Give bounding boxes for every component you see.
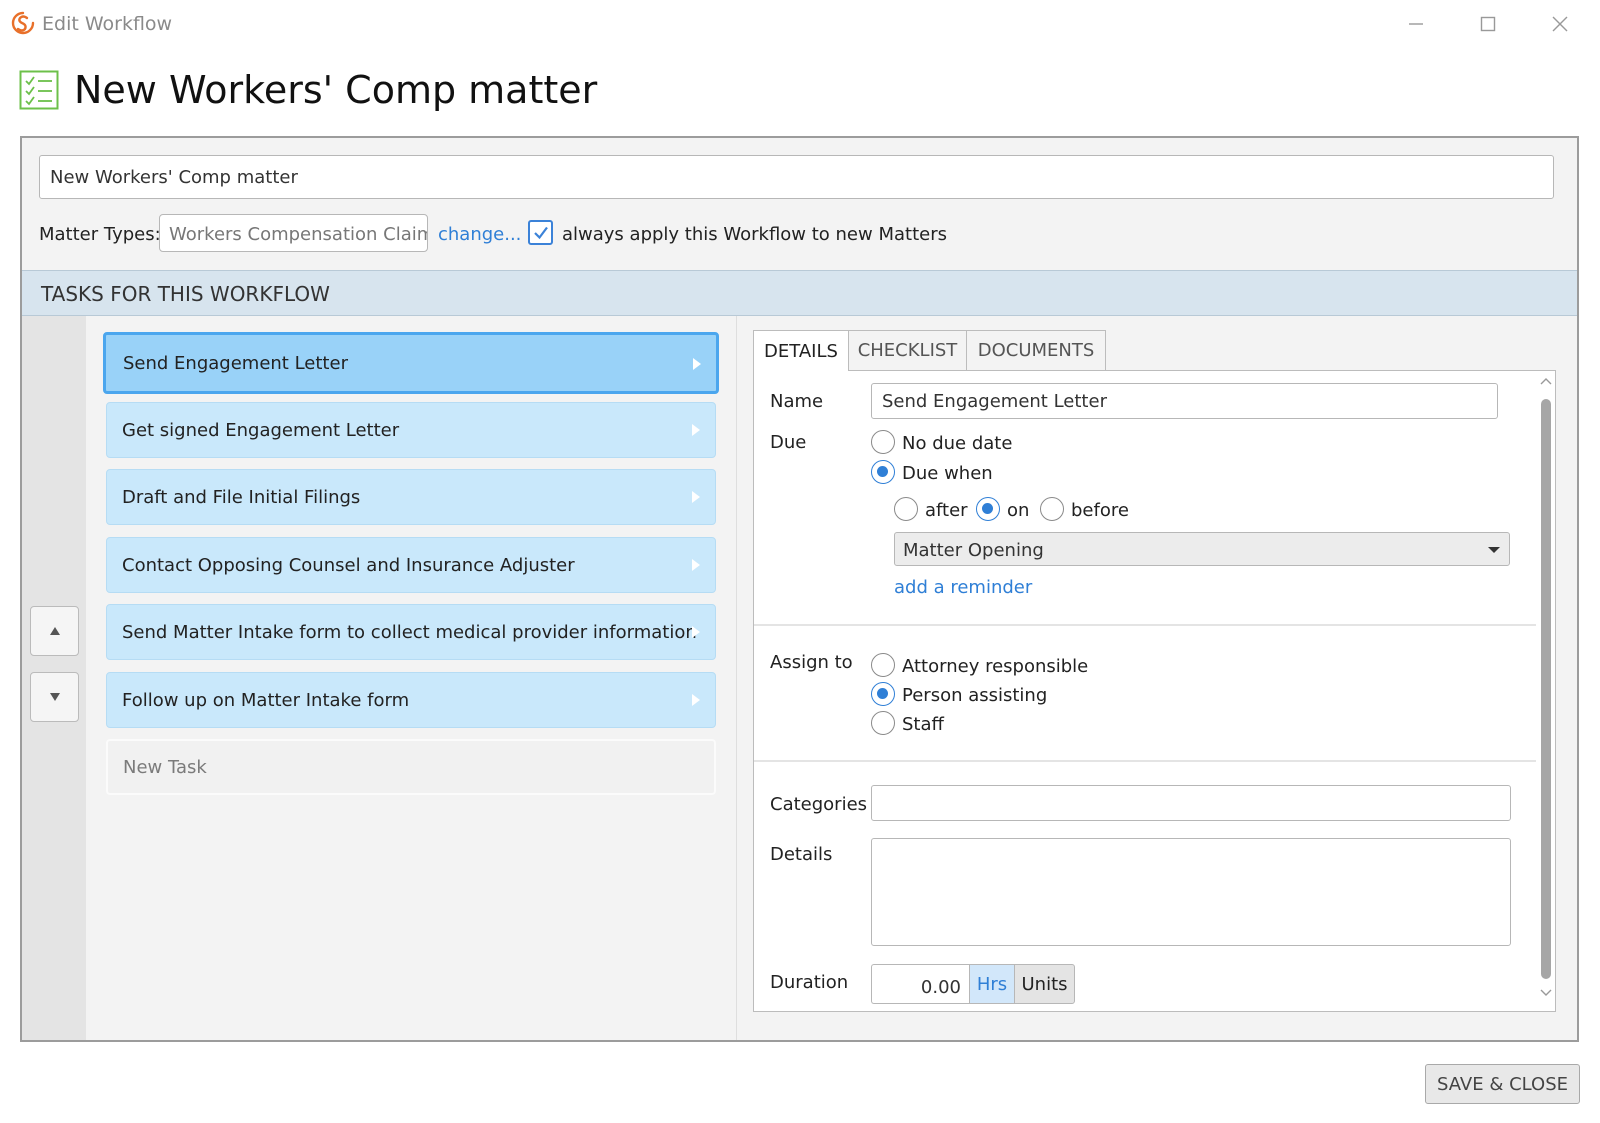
matter-type-field: Workers Compensation Claim: [159, 214, 428, 252]
maximize-icon: [1480, 16, 1496, 32]
chevron-up-icon[interactable]: [1540, 377, 1552, 385]
due-when-radio[interactable]: [871, 460, 895, 484]
minimize-icon: [1409, 23, 1423, 25]
task-item-get-signed-engagement-letter[interactable]: Get signed Engagement Letter: [106, 402, 716, 458]
details-textarea[interactable]: [871, 838, 1511, 946]
section-divider: [754, 624, 1536, 626]
task-label: Send Matter Intake form to collect medic…: [122, 622, 697, 643]
chevron-right-icon: [692, 559, 700, 571]
duration-input[interactable]: 0.00: [871, 964, 969, 1004]
new-task-input[interactable]: New Task: [106, 739, 716, 795]
chevron-right-icon: [693, 358, 701, 370]
chevron-right-icon: [692, 626, 700, 638]
assign-to-label: Assign to: [770, 652, 853, 673]
task-name-label: Name: [770, 391, 824, 412]
details-panel: Name Due No due date Due when after on b…: [753, 370, 1556, 1012]
section-divider: [754, 760, 1536, 762]
task-list: Send Engagement Letter Get signed Engage…: [86, 316, 736, 1040]
duration-units-toggle[interactable]: Units: [1014, 964, 1075, 1004]
triangle-up-icon: [49, 627, 60, 635]
due-anchor-value: Matter Opening: [903, 540, 1044, 561]
task-item-send-engagement-letter[interactable]: Send Engagement Letter: [103, 332, 719, 394]
scrollbar-thumb[interactable]: [1541, 399, 1551, 979]
change-matter-type-link[interactable]: change...: [438, 224, 521, 245]
on-label: on: [1007, 500, 1030, 521]
attorney-responsible-radio[interactable]: [871, 653, 895, 677]
move-task-down-button[interactable]: [30, 672, 79, 722]
window-titlebar: Edit Workflow: [0, 0, 1600, 48]
due-label: Due: [770, 432, 807, 453]
task-label: Contact Opposing Counsel and Insurance A…: [122, 555, 575, 576]
chevron-right-icon: [692, 424, 700, 436]
caret-down-icon: [1488, 547, 1500, 553]
chevron-right-icon: [692, 694, 700, 706]
person-assisting-label: Person assisting: [902, 685, 1048, 706]
tasks-section-header: TASKS FOR THIS WORKFLOW: [22, 270, 1577, 316]
triangle-down-icon: [49, 693, 60, 701]
no-due-date-radio[interactable]: [871, 430, 895, 454]
task-item-send-matter-intake-form[interactable]: Send Matter Intake form to collect medic…: [106, 604, 716, 660]
workflow-name-input[interactable]: [39, 155, 1554, 199]
matter-types-label: Matter Types:: [39, 224, 161, 245]
tab-documents[interactable]: DOCUMENTS: [966, 330, 1106, 370]
task-item-draft-initial-filings[interactable]: Draft and File Initial Filings: [106, 469, 716, 525]
add-reminder-link[interactable]: add a reminder: [894, 577, 1032, 598]
categories-label: Categories: [770, 794, 868, 815]
move-task-up-button[interactable]: [30, 606, 79, 656]
window-title: Edit Workflow: [42, 13, 173, 35]
new-task-placeholder: New Task: [123, 757, 207, 778]
task-item-follow-up-intake-form[interactable]: Follow up on Matter Intake form: [106, 672, 716, 728]
chevron-right-icon: [692, 491, 700, 503]
chevron-down-icon[interactable]: [1540, 989, 1552, 997]
task-item-contact-opposing-counsel[interactable]: Contact Opposing Counsel and Insurance A…: [106, 537, 716, 593]
save-close-button[interactable]: SAVE & CLOSE: [1425, 1064, 1580, 1104]
attorney-responsible-label: Attorney responsible: [902, 656, 1089, 677]
tab-details[interactable]: DETAILS: [753, 330, 849, 371]
staff-radio[interactable]: [871, 711, 895, 735]
close-button[interactable]: [1540, 10, 1580, 38]
on-radio[interactable]: [976, 497, 1000, 521]
checkmark-icon: [533, 226, 548, 239]
details-scrollbar[interactable]: [1536, 371, 1555, 1011]
task-reorder-rail: [22, 316, 86, 1040]
always-apply-label: always apply this Workflow to new Matter…: [562, 224, 947, 245]
tab-checklist[interactable]: CHECKLIST: [848, 330, 967, 370]
before-radio[interactable]: [1040, 497, 1064, 521]
task-label: Send Engagement Letter: [123, 353, 348, 374]
workflow-editor-panel: Matter Types: Workers Compensation Claim…: [20, 136, 1579, 1042]
app-logo-icon: [10, 10, 36, 36]
task-label: Follow up on Matter Intake form: [122, 690, 410, 711]
checklist-icon: [19, 70, 59, 110]
maximize-button[interactable]: [1468, 10, 1508, 38]
task-name-input[interactable]: [871, 383, 1498, 419]
due-when-label: Due when: [902, 463, 993, 484]
task-label: Get signed Engagement Letter: [122, 420, 400, 441]
close-icon: [1552, 16, 1568, 32]
due-anchor-dropdown[interactable]: Matter Opening: [894, 532, 1510, 566]
no-due-date-label: No due date: [902, 433, 1013, 454]
task-label: Draft and File Initial Filings: [122, 487, 361, 508]
duration-label: Duration: [770, 972, 849, 993]
categories-input[interactable]: [871, 785, 1511, 821]
task-detail-area: DETAILS CHECKLIST DOCUMENTS Name Due No …: [736, 316, 1577, 1040]
minimize-button[interactable]: [1396, 10, 1436, 38]
person-assisting-radio[interactable]: [871, 682, 895, 706]
always-apply-checkbox[interactable]: [528, 220, 553, 245]
tasks-header-title: TASKS FOR THIS WORKFLOW: [41, 282, 330, 306]
before-label: before: [1071, 500, 1129, 521]
page-title: New Workers' Comp matter: [74, 68, 598, 112]
details-label: Details: [770, 844, 833, 865]
after-label: after: [925, 500, 968, 521]
staff-label: Staff: [902, 714, 944, 735]
duration-hrs-toggle[interactable]: Hrs: [969, 964, 1015, 1004]
after-radio[interactable]: [894, 497, 918, 521]
